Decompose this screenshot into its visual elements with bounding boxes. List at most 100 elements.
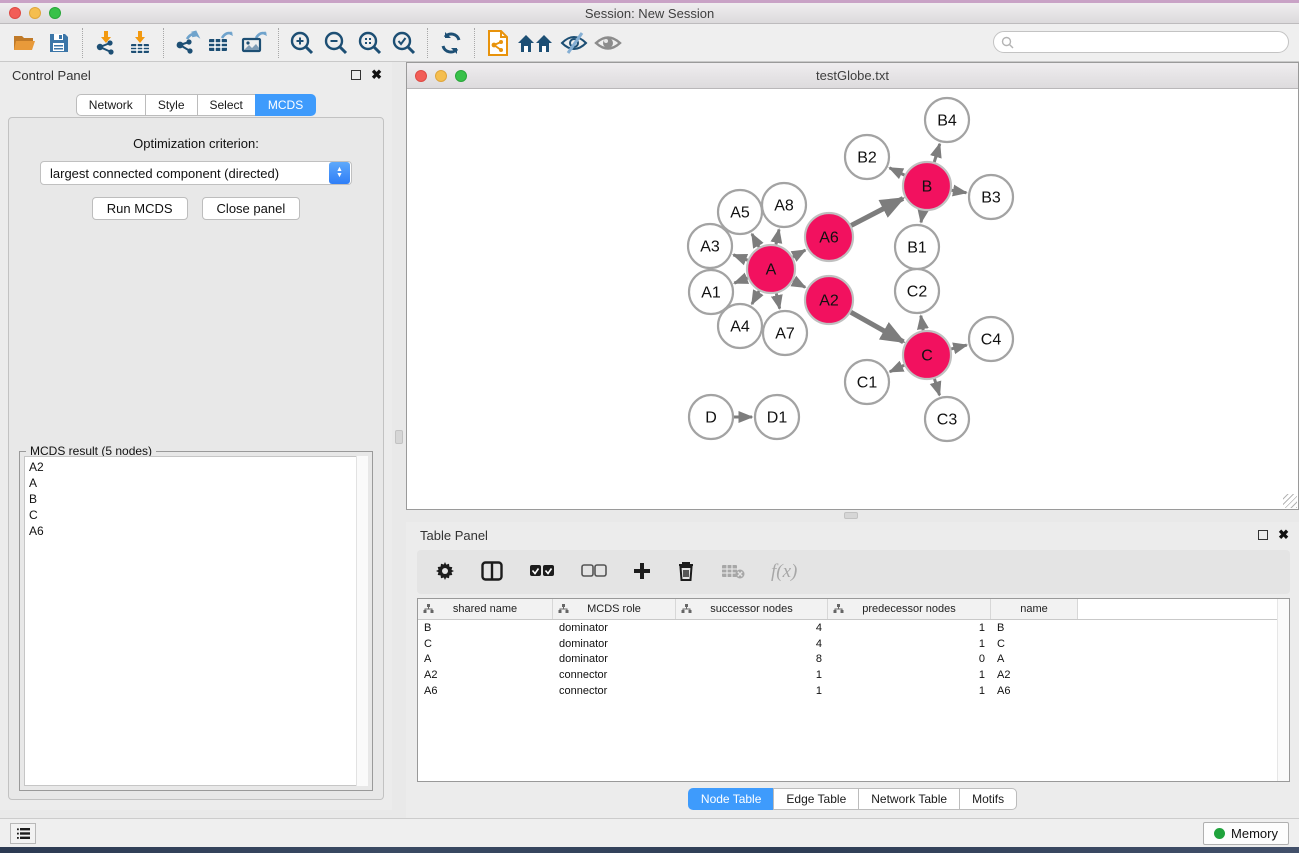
table-row[interactable]: A2connector11A2: [418, 667, 1289, 683]
network-window-titlebar[interactable]: testGlobe.txt: [407, 63, 1298, 89]
float-table-panel-icon[interactable]: [1258, 530, 1268, 540]
memory-button[interactable]: Memory: [1203, 822, 1289, 845]
node-C[interactable]: C: [903, 331, 951, 379]
column-header-MCDS-role[interactable]: MCDS role: [553, 599, 676, 619]
edge-C-C4[interactable]: [951, 345, 966, 349]
node-A2[interactable]: A2: [805, 276, 853, 324]
run-mcds-button[interactable]: Run MCDS: [92, 197, 188, 220]
edge-A-A6[interactable]: [793, 250, 805, 257]
edge-C-C2[interactable]: [921, 316, 923, 331]
optimization-criterion-dropdown[interactable]: largest connected component (directed) ▲…: [40, 161, 352, 185]
result-list-scrollbar[interactable]: [356, 456, 368, 786]
splitter-grip-horizontal[interactable]: [844, 512, 858, 519]
column-header-predecessor-nodes[interactable]: predecessor nodes: [828, 599, 991, 619]
result-item[interactable]: A: [29, 475, 367, 491]
cell-predecessor_nodes[interactable]: 1: [828, 685, 991, 697]
cell-predecessor_nodes[interactable]: 1: [828, 669, 991, 681]
table-scrollbar[interactable]: [1277, 599, 1289, 781]
node-B1[interactable]: B1: [895, 225, 939, 269]
cell-successor_nodes[interactable]: 1: [676, 669, 828, 681]
result-item[interactable]: B: [29, 491, 367, 507]
column-header-shared-name[interactable]: shared name: [418, 599, 553, 619]
cell-predecessor_nodes[interactable]: 1: [828, 622, 991, 634]
close-panel-icon[interactable]: ✖: [371, 70, 382, 80]
zoom-fit-icon[interactable]: [353, 27, 387, 59]
result-item[interactable]: A6: [29, 523, 367, 539]
edge-A-A7[interactable]: [776, 293, 779, 308]
node-B3[interactable]: B3: [969, 175, 1013, 219]
node-B2[interactable]: B2: [845, 135, 889, 179]
edge-A-A1[interactable]: [734, 278, 747, 283]
node-C1[interactable]: C1: [845, 360, 889, 404]
search-field[interactable]: [993, 31, 1289, 53]
cell-shared_name[interactable]: C: [418, 638, 553, 650]
zoom-out-icon[interactable]: [319, 27, 353, 59]
zoom-selected-icon[interactable]: [387, 27, 421, 59]
column-header-name[interactable]: name: [991, 599, 1078, 619]
edge-A-A3[interactable]: [733, 255, 747, 260]
tab-node-table[interactable]: Node Table: [688, 788, 774, 810]
cell-name[interactable]: B: [991, 622, 1078, 634]
export-network-icon[interactable]: [170, 27, 204, 59]
tab-select[interactable]: Select: [197, 94, 255, 116]
close-table-panel-icon[interactable]: ✖: [1278, 530, 1289, 540]
edge-A2-C[interactable]: [851, 312, 904, 342]
cell-name[interactable]: A6: [991, 685, 1078, 697]
float-panel-icon[interactable]: [351, 70, 361, 80]
mcds-result-list[interactable]: A2ABCA6: [24, 456, 368, 786]
close-panel-button[interactable]: Close panel: [202, 197, 301, 220]
cell-name[interactable]: A: [991, 653, 1078, 665]
cell-predecessor_nodes[interactable]: 1: [828, 638, 991, 650]
node-A8[interactable]: A8: [762, 183, 806, 227]
node-D[interactable]: D: [689, 395, 733, 439]
node-C4[interactable]: C4: [969, 317, 1013, 361]
cell-shared_name[interactable]: B: [418, 622, 553, 634]
edge-A-A2[interactable]: [793, 281, 805, 287]
cell-shared_name[interactable]: A2: [418, 669, 553, 681]
export-image-icon[interactable]: [238, 27, 272, 59]
cell-successor_nodes[interactable]: 1: [676, 685, 828, 697]
hide-selected-eye-icon[interactable]: [557, 27, 591, 59]
tab-network-table[interactable]: Network Table: [858, 788, 959, 810]
cell-name[interactable]: A2: [991, 669, 1078, 681]
show-column-panel-icon[interactable]: [481, 561, 503, 584]
node-A3[interactable]: A3: [688, 224, 732, 268]
node-A7[interactable]: A7: [763, 311, 807, 355]
table-settings-gear-icon[interactable]: [435, 561, 455, 584]
node-D1[interactable]: D1: [755, 395, 799, 439]
deselect-all-rows-icon[interactable]: [581, 564, 607, 581]
edge-C-C1[interactable]: [890, 365, 904, 371]
table-row[interactable]: Cdominator41C: [418, 636, 1289, 652]
cell-mcds_role[interactable]: connector: [553, 685, 676, 697]
cell-mcds_role[interactable]: dominator: [553, 653, 676, 665]
tab-motifs[interactable]: Motifs: [959, 788, 1017, 810]
column-header-successor-nodes[interactable]: successor nodes: [676, 599, 828, 619]
edge-B-B2[interactable]: [890, 168, 905, 175]
show-panels-list-button[interactable]: [10, 823, 36, 844]
edge-B-B1[interactable]: [921, 211, 923, 223]
edge-B-B3[interactable]: [952, 190, 967, 193]
create-column-plus-icon[interactable]: [633, 562, 651, 583]
select-all-rows-icon[interactable]: [529, 564, 555, 581]
edge-C-C3[interactable]: [934, 379, 939, 395]
import-table-icon[interactable]: [123, 27, 157, 59]
node-A[interactable]: A: [747, 245, 795, 293]
result-item[interactable]: A2: [29, 459, 367, 475]
splitter-grip[interactable]: [395, 430, 403, 444]
tab-network[interactable]: Network: [76, 94, 145, 116]
cell-shared_name[interactable]: A6: [418, 685, 553, 697]
node-C3[interactable]: C3: [925, 397, 969, 441]
table-row[interactable]: A6connector11A6: [418, 683, 1289, 699]
node-C2[interactable]: C2: [895, 269, 939, 313]
tab-style[interactable]: Style: [145, 94, 197, 116]
window-resize-grip[interactable]: [1283, 494, 1297, 508]
cell-shared_name[interactable]: A: [418, 653, 553, 665]
export-table-icon[interactable]: [204, 27, 238, 59]
result-item[interactable]: C: [29, 507, 367, 523]
refresh-icon[interactable]: [434, 27, 468, 59]
cell-predecessor_nodes[interactable]: 0: [828, 653, 991, 665]
edge-B-B4[interactable]: [934, 144, 939, 162]
node-A4[interactable]: A4: [718, 304, 762, 348]
table-row[interactable]: Adominator80A: [418, 652, 1289, 668]
network-from-selection-icon[interactable]: [481, 27, 515, 59]
